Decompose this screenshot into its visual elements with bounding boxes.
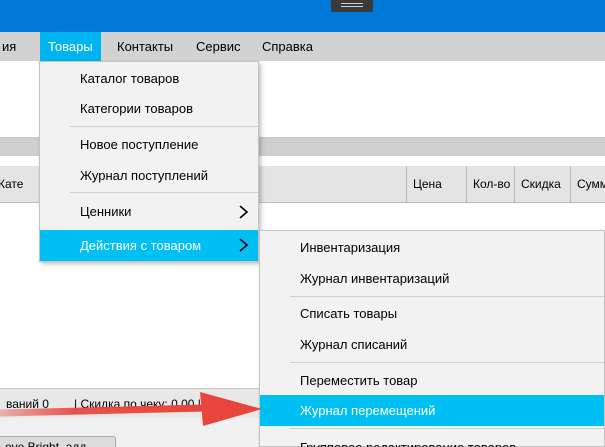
menu-item-help[interactable]: Справка [254,32,321,61]
menu-item-partial[interactable]: ия [0,32,24,61]
menu-item-label: Действия с товаром [80,238,202,253]
chevron-right-icon [239,238,249,252]
column-header-discount[interactable]: Скидка [514,166,570,202]
drag-handle[interactable] [331,0,373,12]
column-header-category[interactable]: Кате [0,166,42,202]
menu-item-movement-journal[interactable]: Журнал перемещений [260,395,604,426]
annotation-arrow-icon [0,392,262,426]
menu-item-product-categories[interactable]: Категории товаров [40,94,258,124]
menu-separator [290,362,604,363]
app-window: ия Товары Контакты Сервис Справка Кате Ц… [0,0,605,447]
menu-item-inventory[interactable]: Инвентаризация [260,233,604,263]
drag-handle-line [341,3,363,4]
column-header-sum[interactable]: Сумм [570,166,605,202]
drag-handle-line [341,6,363,7]
product-actions-submenu: Инвентаризация Журнал инвентаризаций Спи… [259,230,605,447]
menu-separator [290,296,604,297]
menu-item-new-receipt[interactable]: Новое поступление [40,130,258,160]
menu-item-inventory-journal[interactable]: Журнал инвентаризаций [260,264,604,294]
menu-separator [290,428,604,429]
goods-menu: Каталог товаров Категории товаров Новое … [39,61,259,262]
column-header-quantity[interactable]: Кол-во [466,166,514,202]
menu-item-goods[interactable]: Товары [40,32,101,61]
menu-separator [70,192,258,193]
menu-item-group-edit-goods[interactable]: Групповое редактирование товаров [260,433,604,447]
column-header-price[interactable]: Цена [406,166,466,202]
menu-item-move-goods[interactable]: Переместить товар [260,366,604,396]
menu-bar: ия Товары Контакты Сервис Справка [0,32,605,61]
chevron-right-icon [239,205,249,219]
menu-item-write-off-goods[interactable]: Списать товары [260,299,604,329]
menu-item-price-tags[interactable]: Ценники [40,197,258,227]
menu-item-contacts[interactable]: Контакты [109,32,181,61]
menu-item-product-catalog[interactable]: Каталог товаров [40,64,258,94]
menu-item-receipts-journal[interactable]: Журнал поступлений [40,161,258,191]
menu-item-write-off-journal[interactable]: Журнал списаний [260,330,604,360]
menu-item-product-actions[interactable]: Действия с товаром [40,230,258,261]
title-bar[interactable] [0,0,605,32]
menu-separator [70,126,258,127]
menu-item-label: Ценники [80,204,132,219]
menu-item-service[interactable]: Сервис [188,32,249,61]
